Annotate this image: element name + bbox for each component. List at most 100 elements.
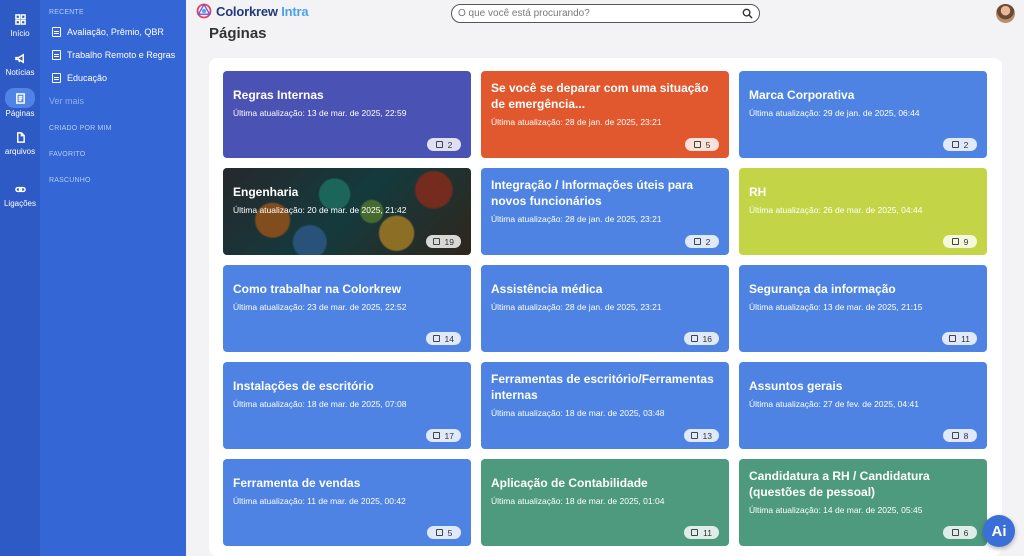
page-count-badge: 6: [943, 526, 977, 539]
document-icon: [52, 27, 61, 37]
page-card[interactable]: Engenharia Última atualização: 20 de mar.…: [223, 168, 471, 255]
rail-item-label: Notícias: [5, 68, 35, 77]
page-card-updated: Última atualização: 20 de mar. de 2025, …: [233, 205, 407, 215]
page-card-title: Ferramentas de escritório/Ferramentas in…: [491, 372, 714, 402]
logo-text: Colorkrew Intra: [216, 3, 309, 19]
page-card[interactable]: Assistência médica Última atualização: 28…: [481, 265, 729, 352]
rail-item-inicio[interactable]: Início: [0, 10, 40, 38]
page-count: 11: [703, 527, 712, 538]
page-icon: [949, 335, 957, 342]
page-card-title: Aplicação de Contabilidade: [491, 476, 648, 490]
document-icon: [52, 73, 61, 83]
page-icon: [691, 529, 699, 536]
avatar[interactable]: [996, 4, 1015, 23]
page-card[interactable]: Ferramenta de vendas Última atualização: …: [223, 459, 471, 546]
rail-item-arquivos[interactable]: arquivos: [0, 128, 40, 156]
search-icon[interactable]: [742, 8, 753, 19]
page-count: 5: [705, 139, 711, 150]
page-card[interactable]: Candidatura a RH / Candidatura (questões…: [739, 459, 987, 546]
icon-rail: Início Notícias Páginas arquivos Ligaçõe…: [0, 0, 40, 556]
colorkrew-logo-icon: [196, 3, 212, 19]
rail-item-paginas[interactable]: Páginas: [0, 88, 40, 118]
page-card[interactable]: Se você se deparar com uma situação de e…: [481, 71, 729, 158]
page-card-title: Regras Internas: [233, 88, 324, 102]
rail-item-ligacoes[interactable]: Ligações: [0, 180, 40, 208]
rail-item-label: Ligações: [3, 199, 37, 208]
page-count-badge: 16: [683, 332, 719, 345]
page-card-updated: Última atualização: 28 de jan. de 2025, …: [491, 117, 662, 127]
rail-item-label: Páginas: [5, 109, 35, 118]
page-icon: [432, 335, 440, 342]
page-card-title: Segurança da informação: [749, 282, 896, 296]
page-card[interactable]: Aplicação de Contabilidade Última atualiz…: [481, 459, 729, 546]
page-card[interactable]: Marca Corporativa Última atualização: 29 …: [739, 71, 987, 158]
page-icon: [690, 335, 698, 342]
rail-item-noticias[interactable]: Notícias: [0, 49, 40, 77]
page-count: 14: [444, 333, 454, 344]
page-count-badge: 2: [943, 138, 977, 151]
page-card-updated: Última atualização: 14 de mar. de 2025, …: [749, 505, 923, 515]
page-icon: [693, 238, 701, 245]
page-card-updated: Última atualização: 29 de jan. de 2025, …: [749, 108, 920, 118]
page-count-badge: 17: [425, 429, 461, 442]
page-count: 2: [447, 139, 453, 150]
page-icon: [951, 432, 959, 439]
page-card-title: Candidatura a RH / Candidatura (questões…: [749, 469, 930, 499]
page-card-title: Assuntos gerais: [749, 379, 843, 393]
page-card-updated: Última atualização: 28 de jan. de 2025, …: [491, 302, 662, 312]
page-card[interactable]: Instalações de escritório Última atualiza…: [223, 362, 471, 449]
app-logo[interactable]: Colorkrew Intra: [196, 3, 309, 19]
page-card[interactable]: Integração / Informações úteis para novo…: [481, 168, 729, 255]
page-card-title: Instalações de escritório: [233, 379, 374, 393]
page-card[interactable]: Ferramentas de escritório/Ferramentas in…: [481, 362, 729, 449]
page-title: Páginas: [209, 25, 267, 42]
page-card-title: Como trabalhar na Colorkrew: [233, 282, 402, 296]
favorites-header[interactable]: FAVORITO: [49, 151, 85, 158]
page-icon: [951, 529, 959, 536]
search-input[interactable]: O que você está procurando?: [451, 4, 760, 23]
page-count-badge: 19: [425, 235, 461, 248]
page-card-updated: Última atualização: 26 de mar. de 2025, …: [749, 205, 923, 215]
created-by-me-header[interactable]: CRIADO POR MIM: [49, 125, 112, 132]
page-card-updated: Última atualização: 18 de mar. de 2025, …: [233, 399, 407, 409]
page-card[interactable]: Regras Internas Última atualização: 13 de…: [223, 71, 471, 158]
grid-icon: [11, 10, 29, 28]
page-count: 8: [963, 430, 969, 441]
recent-item[interactable]: Educação: [52, 73, 107, 83]
drafts-header[interactable]: RASCUNHO: [49, 177, 91, 184]
page-card-updated: Última atualização: 23 de mar. de 2025, …: [233, 302, 407, 312]
page-count: 11: [961, 333, 970, 344]
page-card-title: Ferramenta de vendas: [233, 476, 361, 490]
recent-item[interactable]: Trabalho Remoto e Regras: [52, 50, 175, 60]
page-icon: [5, 88, 35, 108]
recent-item[interactable]: Avaliação, Prêmio, QBR: [52, 27, 164, 37]
page-count-badge: 14: [425, 332, 461, 345]
ai-assistant-button[interactable]: Ai: [983, 515, 1015, 547]
page-icon: [690, 432, 698, 439]
page-icon: [435, 141, 443, 148]
page-card[interactable]: Segurança da informação Última atualizaçã…: [739, 265, 987, 352]
page-count-badge: 13: [683, 429, 719, 442]
page-card[interactable]: Assuntos gerais Última atualização: 27 de…: [739, 362, 987, 449]
page-count: 17: [444, 430, 454, 441]
page-count: 5: [447, 527, 453, 538]
more-options-icon[interactable]: ···: [165, 50, 174, 60]
page-count: 9: [963, 236, 969, 247]
recent-item-label: Educação: [67, 73, 108, 83]
page-card[interactable]: RH Última atualização: 26 de mar. de 2025…: [739, 168, 987, 255]
page-card-updated: Última atualização: 27 de fev. de 2025, …: [749, 399, 919, 409]
file-icon: [11, 128, 29, 146]
page-card[interactable]: Como trabalhar na Colorkrew Última atuali…: [223, 265, 471, 352]
page-card-title: Assistência médica: [491, 282, 603, 296]
search-placeholder: O que você está procurando?: [458, 8, 590, 19]
page-count-badge: 11: [942, 332, 977, 345]
see-more-link[interactable]: Ver mais: [49, 96, 84, 106]
page-card-title: RH: [749, 185, 767, 199]
megaphone-icon: [11, 49, 29, 67]
page-count-badge: 5: [685, 138, 719, 151]
page-icon: [951, 141, 959, 148]
page-card-updated: Última atualização: 28 de jan. de 2025, …: [491, 214, 662, 224]
recent-header: RECENTE: [49, 9, 84, 16]
page-count: 6: [963, 527, 969, 538]
page-count: 2: [963, 139, 969, 150]
